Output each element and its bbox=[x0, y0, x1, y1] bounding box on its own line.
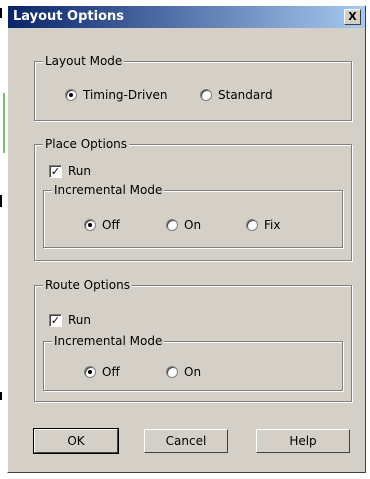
route-options-label: Route Options bbox=[43, 278, 132, 292]
radio-unselected-icon bbox=[246, 219, 258, 231]
route-incremental-group: Incremental Mode Off On bbox=[43, 334, 343, 391]
standard-label: Standard bbox=[218, 88, 273, 102]
place-run-checkbox[interactable]: ✓ Run bbox=[49, 164, 91, 178]
layout-mode-label: Layout Mode bbox=[43, 54, 125, 68]
checkbox-checked-icon: ✓ bbox=[49, 164, 62, 178]
title-bar[interactable]: Layout Options X bbox=[8, 6, 365, 28]
standard-radio[interactable]: Standard bbox=[200, 88, 273, 102]
place-off-label: Off bbox=[102, 218, 120, 232]
checkbox-checked-icon: ✓ bbox=[49, 313, 62, 327]
place-fix-label: Fix bbox=[264, 218, 281, 232]
place-options-group: Place Options ✓ Run Incremental Mode Off… bbox=[34, 137, 352, 261]
radio-unselected-icon bbox=[166, 219, 178, 231]
timing-driven-label: Timing-Driven bbox=[83, 88, 168, 102]
place-incremental-off-radio[interactable]: Off bbox=[84, 218, 120, 232]
timing-driven-radio[interactable]: Timing-Driven bbox=[65, 88, 167, 102]
edge-highlight bbox=[3, 93, 5, 153]
cancel-button[interactable]: Cancel bbox=[144, 429, 228, 453]
place-on-label: On bbox=[184, 218, 202, 232]
radio-selected-icon bbox=[65, 89, 77, 101]
route-off-label: Off bbox=[102, 365, 120, 379]
route-on-label: On bbox=[184, 365, 202, 379]
radio-unselected-icon bbox=[166, 366, 178, 378]
place-incremental-group: Incremental Mode Off On Fix bbox=[43, 183, 343, 248]
radio-unselected-icon bbox=[200, 89, 212, 101]
place-options-label: Place Options bbox=[43, 137, 130, 151]
place-run-label: Run bbox=[68, 164, 92, 178]
layout-mode-group: Layout Mode Timing-Driven Standard bbox=[34, 54, 352, 121]
close-button[interactable]: X bbox=[344, 9, 361, 25]
radio-selected-icon bbox=[84, 366, 96, 378]
window-title: Layout Options bbox=[13, 9, 125, 24]
place-incremental-fix-radio[interactable]: Fix bbox=[246, 218, 280, 232]
ok-button[interactable]: OK bbox=[33, 428, 119, 454]
route-run-checkbox[interactable]: ✓ Run bbox=[49, 313, 91, 327]
edge-mark bbox=[0, 392, 2, 400]
edge-mark bbox=[0, 8, 2, 18]
route-options-group: Route Options ✓ Run Incremental Mode Off… bbox=[34, 278, 352, 402]
route-incremental-off-radio[interactable]: Off bbox=[84, 365, 120, 379]
place-incremental-label: Incremental Mode bbox=[52, 183, 165, 197]
route-incremental-on-radio[interactable]: On bbox=[166, 365, 201, 379]
help-button[interactable]: Help bbox=[256, 429, 350, 453]
radio-selected-icon bbox=[84, 219, 96, 231]
place-incremental-on-radio[interactable]: On bbox=[166, 218, 201, 232]
background-edge bbox=[0, 0, 7, 479]
edge-mark bbox=[0, 195, 2, 207]
route-incremental-label: Incremental Mode bbox=[52, 334, 165, 348]
route-run-label: Run bbox=[68, 313, 92, 327]
layout-options-dialog: Layout Options X Layout Mode Timing-Driv… bbox=[7, 5, 366, 473]
